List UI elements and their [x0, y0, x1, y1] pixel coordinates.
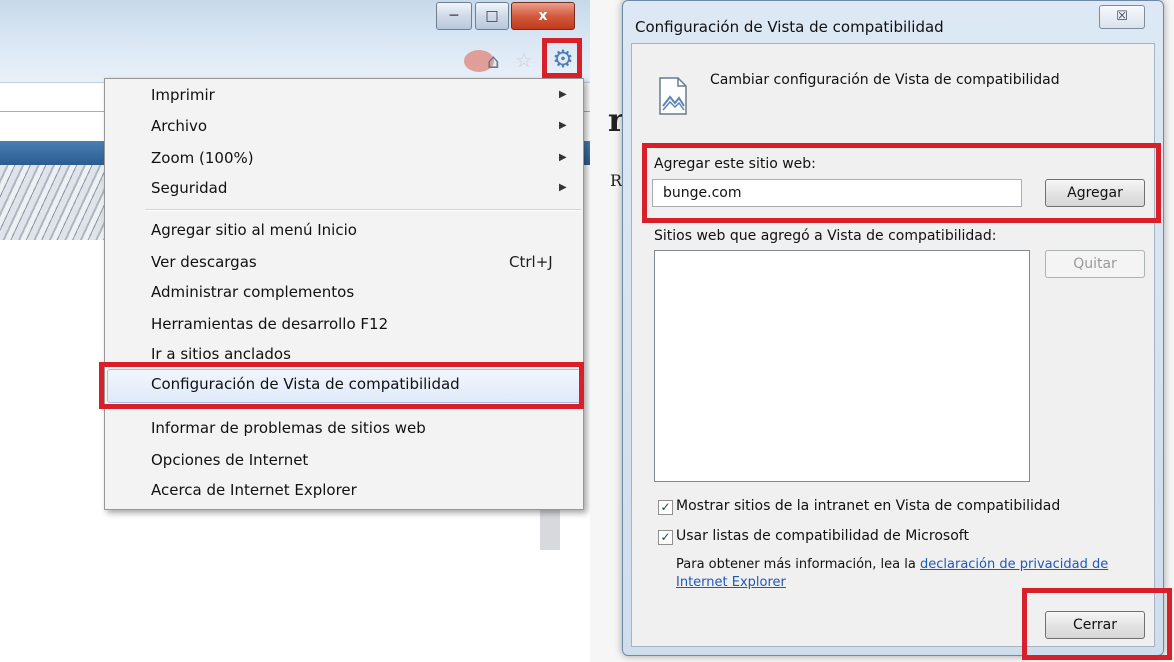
- gear-highlight-box: [542, 38, 582, 78]
- dialog-body: Cambiar configuración de Vista de compat…: [631, 43, 1155, 647]
- remove-button[interactable]: Quitar: [1045, 250, 1145, 278]
- submenu-arrow-icon: ▶: [559, 152, 567, 163]
- sites-list-label: Sitios web que agregó a Vista de compati…: [654, 228, 997, 244]
- window-close-button[interactable]: x: [511, 2, 575, 30]
- compat-dialog: Configuración de Vista de compatibilidad…: [622, 0, 1164, 656]
- close-highlight-box: [1022, 588, 1172, 660]
- intranet-checkbox[interactable]: ✓: [658, 500, 673, 515]
- submenu-arrow-icon: ▶: [559, 182, 567, 193]
- star-icon[interactable]: ☆: [515, 48, 533, 72]
- menu-separator: [145, 209, 581, 211]
- privacy-info: Para obtener más información, lea la dec…: [676, 556, 1136, 592]
- ie-window: ─ □ x ⌂ ☆ ⚙ Imprimir ▶ Archivo ▶ Zoom (1…: [0, 0, 590, 662]
- submenu-arrow-icon: ▶: [559, 89, 567, 100]
- ms-lists-checkbox-label[interactable]: Usar listas de compatibilidad de Microso…: [676, 528, 969, 544]
- close-icon: x: [538, 8, 548, 24]
- privacy-info-text: Para obtener más información, lea la: [676, 557, 916, 572]
- checkmark-icon: ✓: [660, 530, 671, 544]
- menu-item-ver-descargas[interactable]: Ver descargas: [151, 253, 257, 271]
- minimize-button[interactable]: ─: [436, 2, 472, 30]
- menu-item-seguridad[interactable]: Seguridad: [151, 179, 227, 197]
- maximize-button[interactable]: □: [475, 2, 509, 30]
- sites-list[interactable]: [654, 250, 1030, 482]
- add-site-highlight-box: [642, 143, 1161, 223]
- compat-page-icon: [659, 77, 687, 115]
- shortcut-ctrl-j: Ctrl+J: [509, 253, 553, 271]
- checkmark-icon: ✓: [660, 500, 671, 514]
- menu-item-zoom[interactable]: Zoom (100%): [151, 149, 254, 167]
- maximize-icon: □: [485, 8, 499, 24]
- page-banner-image: [0, 165, 105, 240]
- dialog-title: Configuración de Vista de compatibilidad: [635, 18, 944, 36]
- close-icon: ☒: [1116, 9, 1128, 24]
- menu-item-sitios-anclados[interactable]: Ir a sitios anclados: [151, 345, 291, 363]
- menu-item-complementos[interactable]: Administrar complementos: [151, 283, 354, 301]
- background-text-fragment: R: [610, 171, 623, 190]
- tools-menu: Imprimir ▶ Archivo ▶ Zoom (100%) ▶ Segur…: [104, 78, 584, 510]
- intranet-checkbox-label[interactable]: Mostrar sitios de la intranet en Vista d…: [676, 498, 1060, 514]
- ms-lists-checkbox[interactable]: ✓: [658, 530, 673, 545]
- minimize-icon: ─: [449, 8, 459, 24]
- privacy-link-ie[interactable]: Internet Explorer: [676, 575, 786, 590]
- home-icon[interactable]: ⌂: [487, 49, 500, 73]
- menu-item-agregar-sitio[interactable]: Agregar sitio al menú Inicio: [151, 221, 357, 239]
- menu-item-informar-problemas[interactable]: Informar de problemas de sitios web: [151, 419, 426, 437]
- menu-item-archivo[interactable]: Archivo: [151, 117, 207, 135]
- dialog-close-button[interactable]: ☒: [1099, 5, 1145, 29]
- privacy-link[interactable]: declaración de privacidad de: [920, 557, 1108, 572]
- menu-item-herramientas-f12[interactable]: Herramientas de desarrollo F12: [151, 315, 388, 333]
- menu-item-acerca-de[interactable]: Acerca de Internet Explorer: [151, 481, 357, 499]
- dialog-heading: Cambiar configuración de Vista de compat…: [710, 72, 1060, 88]
- submenu-arrow-icon: ▶: [559, 120, 567, 131]
- menu-item-opciones-internet[interactable]: Opciones de Internet: [151, 451, 308, 469]
- menu-item-imprimir[interactable]: Imprimir: [151, 86, 215, 104]
- menu-highlight-box: [99, 362, 584, 409]
